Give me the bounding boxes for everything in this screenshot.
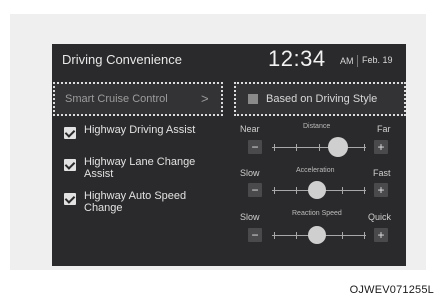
slider-title: Acceleration	[296, 167, 335, 174]
slider-tick	[319, 144, 320, 151]
clock-ampm: AM	[340, 56, 354, 66]
based-on-driving-style-toggle[interactable]: Based on Driving Style	[234, 82, 406, 116]
chevron-right-icon: >	[201, 91, 209, 106]
checkbox-checked-icon[interactable]	[64, 193, 76, 205]
plus-button[interactable]: +	[374, 228, 388, 242]
slider-tick	[342, 232, 343, 239]
header-divider	[357, 55, 358, 67]
slider-max-label: Quick	[368, 212, 392, 222]
option-label: Highway Auto Speed Change	[84, 190, 187, 214]
page-title: Driving Convenience	[62, 52, 182, 67]
minus-button[interactable]: −	[248, 140, 262, 154]
slider-min-label: Slow	[240, 212, 260, 222]
minus-button[interactable]: −	[248, 183, 262, 197]
slider-tick	[296, 144, 297, 151]
slider-tick	[296, 232, 297, 239]
clock-date: Feb. 19	[362, 55, 393, 65]
driving-style-checkbox[interactable]	[248, 94, 258, 104]
checkbox-checked-icon[interactable]	[64, 127, 76, 139]
slider-knob[interactable]	[328, 137, 348, 157]
slider-title: Distance	[303, 123, 331, 130]
slider-tick	[342, 187, 343, 194]
slider-tick	[364, 232, 365, 239]
slider-tick	[274, 144, 275, 151]
slider-tick	[274, 232, 275, 239]
smart-cruise-control-button[interactable]: Smart Cruise Control >	[53, 82, 223, 116]
plus-button[interactable]: +	[374, 140, 388, 154]
slider-min-label: Near	[240, 124, 260, 134]
slider-tick	[296, 187, 297, 194]
infotainment-screen: Driving Convenience 12:34 AM Feb. 19 Sma…	[52, 44, 406, 266]
smart-cruise-control-label: Smart Cruise Control	[65, 93, 168, 105]
slider-max-label: Far	[377, 124, 391, 134]
slider-title: Reaction Speed	[292, 210, 342, 217]
slider-min-label: Slow	[240, 168, 260, 178]
option-label: Highway Driving Assist	[84, 124, 196, 136]
checkbox-checked-icon[interactable]	[64, 159, 76, 171]
clock-time: 12:34	[268, 46, 326, 71]
slider-max-label: Fast	[373, 168, 391, 178]
slider-knob[interactable]	[308, 226, 326, 244]
slider-tick	[364, 187, 365, 194]
slider-tick	[364, 144, 365, 151]
option-label: Highway Lane Change Assist	[84, 156, 196, 180]
slider-tick	[274, 187, 275, 194]
figure-code: OJWEV071255L	[349, 284, 434, 296]
driving-style-label: Based on Driving Style	[266, 93, 378, 105]
minus-button[interactable]: −	[248, 228, 262, 242]
plus-button[interactable]: +	[374, 183, 388, 197]
slider-knob[interactable]	[308, 181, 326, 199]
